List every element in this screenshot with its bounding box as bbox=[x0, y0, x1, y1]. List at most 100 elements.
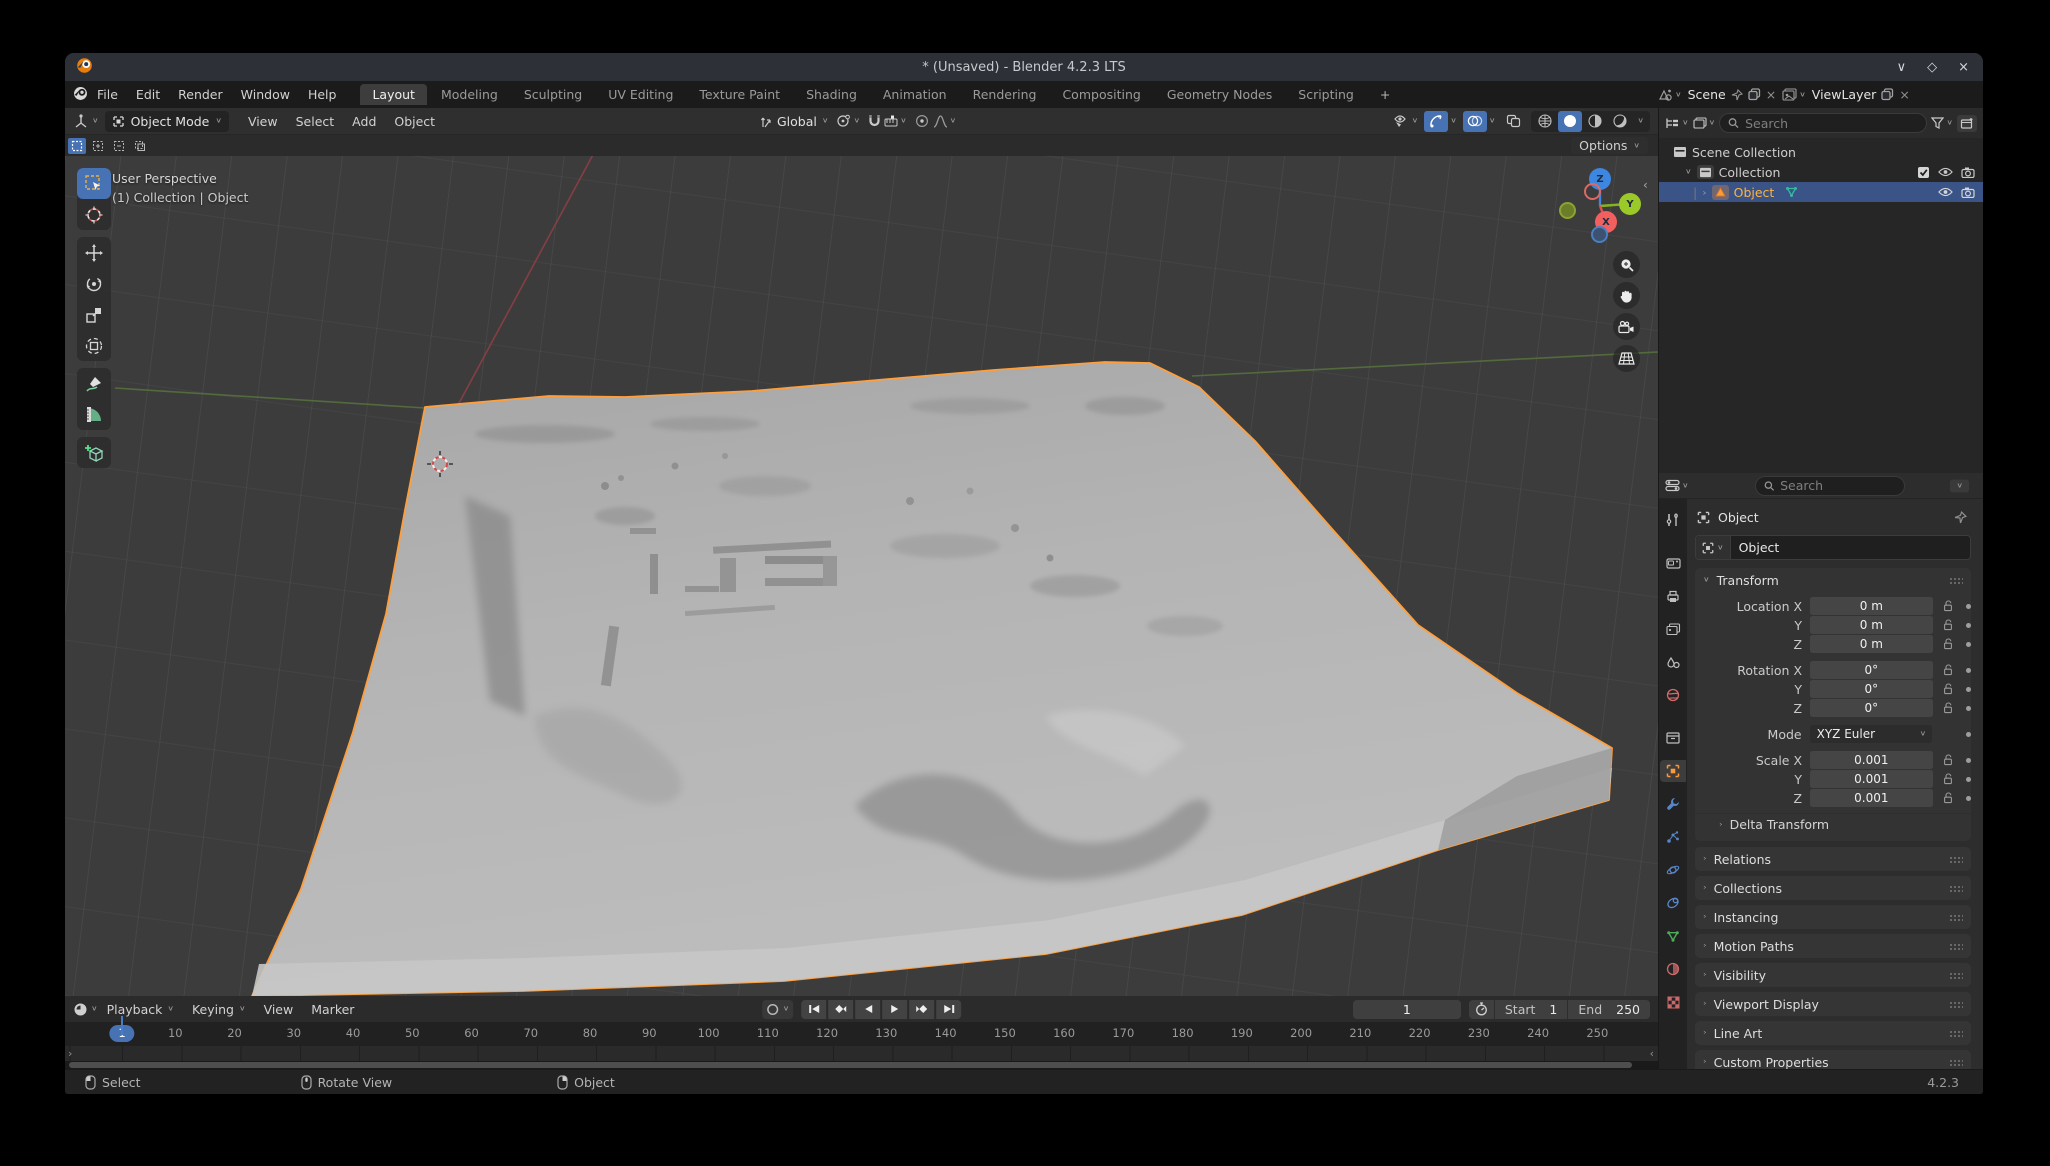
hide-eye-icon[interactable] bbox=[1938, 167, 1953, 177]
tab-compositing[interactable]: Compositing bbox=[1050, 84, 1152, 105]
panel-grip-icon[interactable] bbox=[1949, 1001, 1963, 1008]
panel-grip-icon[interactable] bbox=[1949, 885, 1963, 892]
menu-playback[interactable]: Playback∨ bbox=[98, 1002, 183, 1017]
navigation-gizmo[interactable]: Z Y X bbox=[1553, 164, 1645, 256]
hide-eye-icon[interactable] bbox=[1938, 187, 1953, 197]
tab-scene[interactable] bbox=[1660, 651, 1686, 673]
panel-relations[interactable]: ›Relations bbox=[1695, 847, 1971, 871]
jump-to-start-button[interactable] bbox=[801, 1000, 826, 1019]
viewlayer-selector[interactable]: ViewLayer × bbox=[1808, 85, 1914, 105]
tab-physics[interactable] bbox=[1660, 859, 1686, 881]
disable-render-camera-icon[interactable] bbox=[1961, 167, 1975, 178]
lock-icon[interactable] bbox=[1940, 792, 1958, 804]
tab-rendering[interactable]: Rendering bbox=[961, 84, 1049, 105]
expand-chevron-icon[interactable]: › bbox=[1702, 187, 1706, 197]
breadcrumb-object[interactable]: Object bbox=[1718, 510, 1759, 525]
panel-grip-icon[interactable] bbox=[1949, 856, 1963, 863]
menu-help[interactable]: Help bbox=[299, 81, 346, 108]
mode-dropdown[interactable]: Object Mode ∨ bbox=[105, 111, 229, 132]
tab-sculpting[interactable]: Sculpting bbox=[512, 84, 594, 105]
falloff-dropdown[interactable]: ∨ bbox=[933, 115, 957, 128]
lock-icon[interactable] bbox=[1940, 773, 1958, 785]
editor-type-button[interactable]: ∨ bbox=[73, 114, 99, 128]
timeline-scrollbar[interactable] bbox=[65, 1061, 1658, 1069]
gizmo-axis-y[interactable]: Y bbox=[1619, 193, 1641, 215]
collapse-chevron-icon[interactable]: ∨ bbox=[1685, 168, 1692, 176]
gizmos-dropdown[interactable]: ∨ bbox=[1450, 117, 1457, 125]
disable-render-camera-icon[interactable] bbox=[1961, 187, 1975, 198]
prop-value-field[interactable]: 0° bbox=[1810, 680, 1933, 698]
overlays-dropdown[interactable]: ∨ bbox=[1489, 117, 1496, 125]
tab-view-layer[interactable] bbox=[1660, 618, 1686, 640]
snap-toggle-icon[interactable] bbox=[868, 114, 881, 128]
panel-visibility[interactable]: ›Visibility bbox=[1695, 963, 1971, 987]
gizmo-axis-y-neg[interactable] bbox=[1559, 202, 1576, 219]
snap-settings-dropdown[interactable]: ∨ bbox=[884, 115, 907, 127]
outliner-row-scene-collection[interactable]: Scene Collection bbox=[1659, 142, 1983, 162]
maximize-icon[interactable]: ◇ bbox=[1927, 60, 1937, 75]
scene-selector[interactable]: Scene × bbox=[1684, 85, 1781, 105]
tool-cursor[interactable] bbox=[77, 199, 111, 230]
menu-marker[interactable]: Marker bbox=[302, 1002, 363, 1017]
animate-dot[interactable] bbox=[1966, 668, 1971, 673]
menu-render[interactable]: Render bbox=[169, 81, 232, 108]
tab-modeling[interactable]: Modeling bbox=[429, 84, 510, 105]
prev-keyframe-button[interactable] bbox=[828, 1000, 853, 1019]
lock-icon[interactable] bbox=[1940, 664, 1958, 676]
scene-selector-chevron-icon[interactable]: ∨ bbox=[1675, 91, 1682, 99]
gizmos-toggle[interactable] bbox=[1424, 111, 1448, 132]
properties-search-input[interactable] bbox=[1780, 478, 1896, 493]
app-menu-icon[interactable] bbox=[73, 86, 88, 104]
tab-tool[interactable] bbox=[1660, 509, 1686, 531]
frame-end-field[interactable]: End250 bbox=[1568, 1002, 1650, 1017]
menu-keying[interactable]: Keying∨ bbox=[183, 1002, 255, 1017]
animate-dot[interactable] bbox=[1966, 706, 1971, 711]
tab-object-data[interactable] bbox=[1660, 925, 1686, 947]
viewlayer-icon[interactable] bbox=[1782, 88, 1797, 101]
shading-material-button[interactable] bbox=[1583, 111, 1607, 132]
menu-select[interactable]: Select bbox=[287, 114, 344, 129]
tab-output[interactable] bbox=[1660, 585, 1686, 607]
frame-start-field[interactable]: Start1 bbox=[1495, 1002, 1568, 1017]
panel-viewport-display[interactable]: ›Viewport Display bbox=[1695, 992, 1971, 1016]
unlink-scene-icon[interactable]: × bbox=[1766, 87, 1776, 102]
new-viewlayer-icon[interactable] bbox=[1881, 88, 1894, 101]
pin-icon[interactable] bbox=[1731, 89, 1743, 101]
timeline-editor-type-button[interactable]: ∨ bbox=[73, 1002, 98, 1017]
panel-collections[interactable]: ›Collections bbox=[1695, 876, 1971, 900]
minimize-icon[interactable]: ∨ bbox=[1897, 60, 1907, 75]
panel-instancing[interactable]: ›Instancing bbox=[1695, 905, 1971, 929]
tool-measure[interactable] bbox=[77, 399, 111, 430]
object-visibility-dropdown[interactable]: ∨ bbox=[1393, 114, 1419, 128]
panel-grip-icon[interactable] bbox=[1949, 943, 1963, 950]
prop-value-field[interactable]: 0° bbox=[1810, 661, 1933, 679]
gizmo-axis-z-neg[interactable] bbox=[1591, 226, 1608, 243]
tab-material[interactable] bbox=[1660, 958, 1686, 980]
play-button[interactable] bbox=[882, 1000, 907, 1019]
prop-value-field[interactable]: 0 m bbox=[1810, 635, 1933, 653]
properties-options-dropdown[interactable]: ∨ bbox=[1950, 479, 1969, 492]
tab-modifiers[interactable] bbox=[1660, 793, 1686, 815]
timeline-ruler[interactable]: 1 10203040506070809010011012013014015016… bbox=[65, 1022, 1658, 1046]
tab-texture-paint[interactable]: Texture Paint bbox=[687, 84, 792, 105]
current-frame-field[interactable]: 1 bbox=[1353, 1000, 1461, 1019]
playhead[interactable] bbox=[121, 1016, 123, 1035]
tool-add-cube[interactable] bbox=[77, 437, 111, 468]
close-icon[interactable]: × bbox=[1958, 60, 1969, 75]
menu-file[interactable]: File bbox=[88, 81, 127, 108]
camera-view-button[interactable] bbox=[1613, 313, 1640, 340]
tool-scale[interactable] bbox=[77, 299, 111, 330]
panel-grip-icon[interactable] bbox=[1949, 972, 1963, 979]
outliner-row-object[interactable]: | › Object bbox=[1659, 182, 1983, 202]
menu-window[interactable]: Window bbox=[232, 81, 299, 108]
pan-button[interactable] bbox=[1613, 282, 1640, 309]
prop-value-field[interactable]: 0.001 bbox=[1810, 789, 1933, 807]
panel-grip-icon[interactable] bbox=[1949, 1030, 1963, 1037]
animate-dot[interactable] bbox=[1966, 687, 1971, 692]
select-mode-set-button[interactable] bbox=[68, 138, 86, 154]
properties-search[interactable] bbox=[1755, 476, 1905, 496]
tab-geometry-nodes[interactable]: Geometry Nodes bbox=[1155, 84, 1284, 105]
zoom-button[interactable] bbox=[1613, 251, 1640, 278]
select-mode-subtract-button[interactable] bbox=[110, 138, 128, 154]
gizmo-axis-x-neg[interactable] bbox=[1584, 183, 1601, 200]
